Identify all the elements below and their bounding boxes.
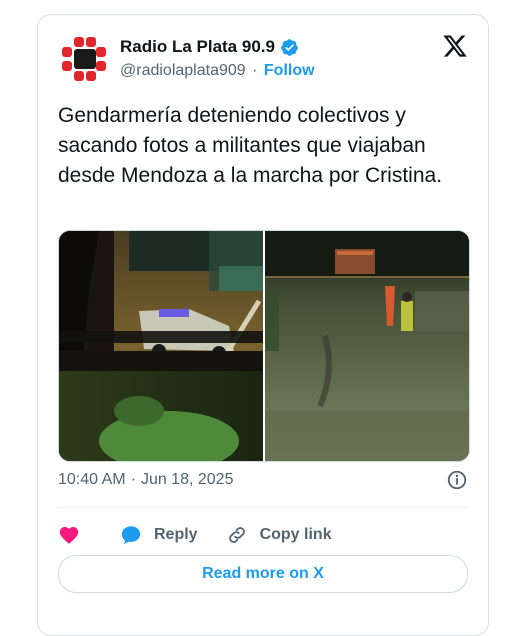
info-icon[interactable] (446, 469, 468, 491)
author-name[interactable]: Radio La Plata 90.9 (120, 37, 275, 57)
tweet-date[interactable]: Jun 18, 2025 (141, 471, 234, 489)
author-handle[interactable]: @radiolaplata909 (120, 62, 246, 79)
radio-la-plata-logo (58, 33, 110, 85)
reply-button[interactable]: Reply (120, 524, 198, 546)
author-name-row: Radio La Plata 90.9 (120, 37, 299, 57)
follow-button[interactable]: Follow (264, 62, 315, 79)
tweet-media-grid (58, 230, 470, 462)
bus-window-photo-image (59, 231, 263, 461)
heart-icon (59, 527, 79, 544)
tweet-photo-1[interactable] (59, 231, 263, 461)
reply-bubble-icon (121, 526, 141, 545)
reply-label: Reply (154, 526, 198, 543)
author-avatar[interactable] (58, 33, 110, 85)
tweet-photo-2[interactable] (265, 231, 469, 461)
tweet-text: Gendarmería deteniendo colectivos y saca… (58, 104, 443, 187)
tweet-header: Radio La Plata 90.9 @radiolaplata909 · F… (58, 31, 468, 87)
tweet-actions: Reply Copy link (58, 520, 468, 550)
copy-link-button[interactable]: Copy link (226, 524, 332, 546)
copy-link-label: Copy link (259, 526, 332, 543)
highway-checkpoint-photo-image (265, 231, 469, 461)
meta-separator: · (130, 471, 136, 488)
tweet-meta: 10:40 AM · Jun 18, 2025 (58, 469, 468, 491)
link-icon (228, 527, 245, 543)
x-logo-icon[interactable] (442, 33, 468, 59)
meta-divider (58, 507, 468, 508)
read-more-button[interactable]: Read more on X (58, 555, 468, 593)
author-handle-row: @radiolaplata909 · Follow (120, 62, 315, 80)
tweet-card: Radio La Plata 90.9 @radiolaplata909 · F… (37, 14, 489, 636)
tweet-time[interactable]: 10:40 AM (58, 471, 126, 489)
like-button[interactable] (58, 524, 80, 546)
verified-badge-icon (281, 38, 298, 56)
handle-separator: · (252, 62, 258, 79)
